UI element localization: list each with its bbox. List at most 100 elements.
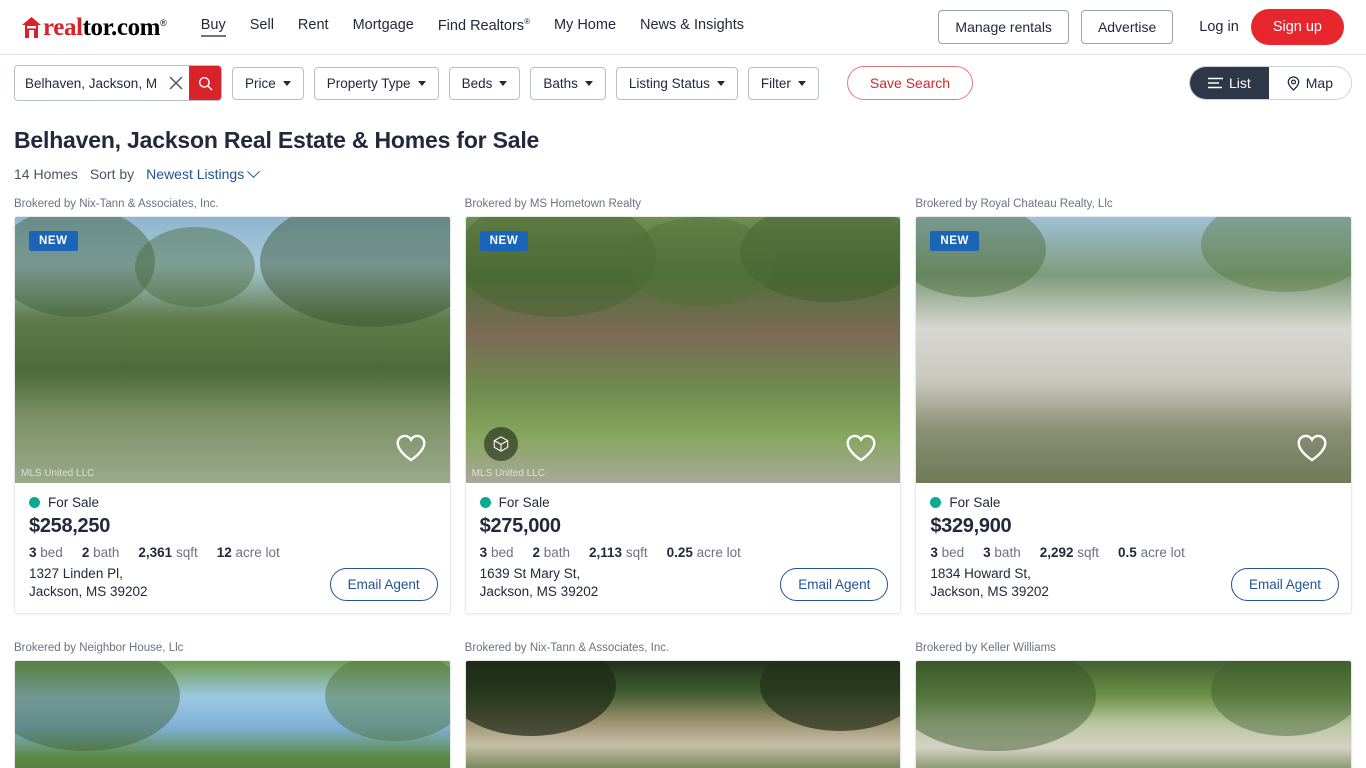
heart-icon [396, 434, 426, 462]
spec-lot: 0.25 acre lot [667, 545, 741, 560]
new-badge: NEW [29, 231, 78, 251]
listing-card[interactable] [915, 660, 1352, 768]
logo-registered-mark: ® [160, 17, 167, 28]
status-label: For Sale [48, 495, 100, 510]
view-toggle-map[interactable]: Map [1268, 67, 1351, 99]
address-line-2: Jackson, MS 39202 [29, 584, 148, 600]
email-agent-button[interactable]: Email Agent [1230, 568, 1339, 602]
nav-item-find-realtors[interactable]: Find Realtors® [438, 17, 530, 37]
3d-tour-button[interactable] [483, 427, 518, 461]
beds-value: 3 [930, 545, 938, 560]
spec-beds: 3 bed [480, 545, 514, 560]
heart-icon [846, 434, 876, 462]
filter-listing-status[interactable]: Listing Status [615, 66, 738, 100]
listing-photo[interactable] [465, 661, 901, 768]
listing-photo[interactable]: NEW [916, 217, 1351, 483]
save-favorite-button[interactable] [394, 431, 428, 465]
view-toggle-list[interactable]: List [1189, 67, 1269, 99]
listing-photo[interactable] [15, 661, 450, 768]
view-toggle-map-label: Map [1305, 75, 1333, 91]
search-box [14, 65, 222, 101]
filter-property-type[interactable]: Property Type [313, 66, 439, 100]
nav-item-rent[interactable]: Rent [298, 17, 329, 36]
nav-label: News & Insights [640, 17, 744, 34]
listing-details: For Sale $258,250 3 bed 2 bath 2,361 sqf… [15, 483, 450, 613]
listing-grid-row-1: Brokered by Nix-Tann & Associates, Inc. … [0, 182, 1366, 615]
listing-photo[interactable] [916, 661, 1351, 768]
filter-label: Price [245, 75, 276, 91]
brokered-by: Brokered by Nix-Tann & Associates, Inc. [14, 198, 219, 210]
chevron-down-icon [247, 164, 261, 178]
listing-card[interactable] [14, 660, 451, 768]
nav-item-sell[interactable]: Sell [250, 17, 274, 36]
status-badge: For Sale [930, 495, 1339, 510]
sign-up-button[interactable]: Sign up [1250, 9, 1344, 45]
spec-baths: 3 bath [983, 545, 1021, 560]
sqft-unit: sqft [1077, 545, 1100, 560]
listing-specs: 3 bed 2 bath 2,361 sqft 12 acre lot [29, 545, 438, 560]
log-in-link[interactable]: Log in [1199, 19, 1239, 35]
save-search-button[interactable]: Save Search [846, 66, 974, 100]
listing-price: $329,900 [930, 515, 1012, 537]
list-icon [1207, 77, 1223, 89]
address-line-1: 1639 St Mary St, [479, 566, 581, 581]
filter-label: Listing Status [628, 75, 710, 91]
page-title: Belhaven, Jackson Real Estate & Homes fo… [14, 127, 540, 153]
status-badge: For Sale [479, 495, 889, 510]
photo-watermark: MLS United LLC [21, 468, 95, 479]
listing-specs: 3 bed 3 bath 2,292 sqft 0.5 acre lot [930, 545, 1339, 560]
chevron-down-icon [282, 80, 291, 86]
listing-photo[interactable]: NEW MLS United LLC [15, 217, 450, 483]
brokered-by: Brokered by Royal Chateau Realty, Llc [915, 198, 1113, 210]
nav-item-mortgage[interactable]: Mortgage [353, 17, 414, 36]
photo-watermark: MLS United LLC [471, 468, 546, 479]
lot-value: 12 [216, 545, 232, 560]
sqft-value: 2,292 [1039, 545, 1074, 560]
filter-baths[interactable]: Baths [530, 66, 606, 100]
search-input[interactable] [15, 66, 163, 100]
sqft-unit: sqft [175, 545, 198, 560]
logo-text-red: real [43, 13, 83, 41]
sort-dropdown[interactable]: Newest Listings [146, 164, 261, 182]
baths-value: 3 [983, 545, 991, 560]
filter-label: Beds [461, 75, 493, 91]
clear-search-button[interactable] [163, 66, 189, 100]
nav-item-my-home[interactable]: My Home [554, 17, 616, 36]
filter-more[interactable]: Filter [747, 66, 819, 100]
nav-item-buy[interactable]: Buy [200, 17, 226, 38]
beds-unit: bed [490, 545, 514, 560]
save-favorite-button[interactable] [1295, 431, 1329, 465]
address-line-2: Jackson, MS 39202 [479, 584, 599, 600]
status-label: For Sale [498, 495, 550, 510]
filter-beds[interactable]: Beds [448, 66, 521, 100]
email-agent-button[interactable]: Email Agent [780, 568, 889, 602]
close-icon [169, 76, 183, 90]
brokered-by: Brokered by Neighbor House, Llc [14, 642, 184, 655]
listing-card[interactable] [464, 660, 902, 768]
home-count: 14 Homes [14, 166, 78, 182]
filter-label: Filter [760, 75, 791, 91]
save-favorite-button[interactable] [844, 431, 878, 465]
nav-item-news-insights[interactable]: News & Insights [640, 17, 744, 36]
beds-unit: bed [941, 545, 965, 560]
realtor-logo[interactable]: real tor.com ® [22, 15, 167, 40]
baths-value: 2 [532, 545, 540, 560]
status-dot-icon [29, 497, 40, 508]
baths-unit: bath [543, 545, 571, 560]
listing-card[interactable]: NEW MLS United LLC For Sale $275,000 3 b… [464, 216, 902, 615]
listing-card[interactable]: NEW MLS United LLC For Sale $258,250 3 b… [14, 216, 451, 615]
lot-unit: acre lot [696, 545, 741, 560]
address-row: 1834 Howard St, Jackson, MS 39202 Email … [930, 565, 1339, 602]
advertise-button[interactable]: Advertise [1080, 10, 1174, 44]
spec-beds: 3 bed [29, 545, 63, 560]
listing-photo[interactable]: NEW MLS United LLC [465, 217, 901, 483]
sort-value: Newest Listings [146, 166, 245, 182]
manage-rentals-button[interactable]: Manage rentals [938, 10, 1069, 44]
listing-card[interactable]: NEW For Sale $329,900 3 bed 3 bath 2,292… [915, 216, 1352, 615]
filter-price[interactable]: Price [232, 66, 304, 100]
lot-value: 0.5 [1118, 545, 1137, 560]
spec-sqft: 2,113 sqft [589, 545, 648, 560]
email-agent-button[interactable]: Email Agent [329, 568, 438, 602]
listing-specs: 3 bed 2 bath 2,113 sqft 0.25 acre lot [480, 545, 889, 560]
search-submit-button[interactable] [189, 66, 221, 100]
